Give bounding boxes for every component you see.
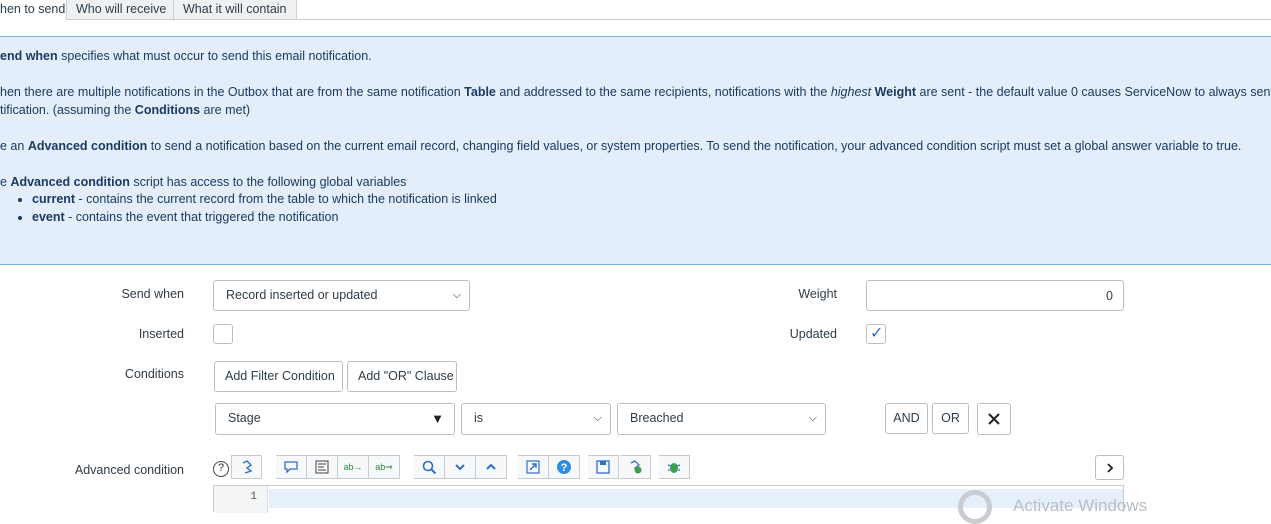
active-code-line[interactable] bbox=[269, 489, 1123, 508]
toggle-syntax-button[interactable] bbox=[231, 455, 262, 479]
weight-label: Weight bbox=[798, 287, 837, 301]
chevron-up-icon bbox=[486, 463, 496, 470]
script-debugger-button[interactable] bbox=[659, 455, 690, 479]
send-when-select[interactable]: Record inserted or updated ⌵ bbox=[213, 280, 470, 311]
info-italic: highest bbox=[830, 85, 872, 99]
variables-list: current - contains the current record fr… bbox=[14, 190, 497, 226]
replace-all-button[interactable]: ab⇒ bbox=[369, 455, 400, 479]
info-bold: Weight bbox=[874, 85, 917, 99]
info-bold: Advanced condition bbox=[27, 139, 148, 153]
condition-value-text: Breached bbox=[630, 411, 684, 425]
find-previous-button[interactable] bbox=[476, 455, 507, 479]
chevron-down-icon: ⌵ bbox=[452, 289, 461, 301]
list-item: current - contains the current record fr… bbox=[32, 190, 497, 208]
info-paragraph-send-when: end when specifies what must occur to se… bbox=[0, 47, 372, 65]
info-text: tification. (assuming the bbox=[0, 103, 135, 117]
search-icon bbox=[422, 460, 436, 474]
info-text: hen there are multiple notifications in … bbox=[0, 85, 465, 99]
info-text: e an bbox=[0, 139, 28, 153]
replace-all-icon: ab⇒ bbox=[375, 461, 393, 472]
tab-label: hen to send bbox=[0, 2, 66, 16]
updated-label: Updated bbox=[789, 327, 837, 341]
line-number-gutter: 1 bbox=[214, 486, 268, 513]
send-when-label: Send when bbox=[121, 287, 184, 301]
updated-checkbox[interactable]: ✓ bbox=[866, 324, 886, 344]
comment-icon bbox=[284, 461, 298, 474]
info-paragraph-advanced: e an Advanced condition to send a notifi… bbox=[0, 137, 1241, 155]
send-when-value: Record inserted or updated bbox=[226, 288, 378, 302]
question-icon: ? bbox=[557, 460, 571, 474]
chevron-down-icon bbox=[455, 464, 465, 471]
tab-label: Who will receive bbox=[76, 2, 167, 16]
help-script-button[interactable]: ? bbox=[549, 455, 580, 479]
condition-operator-select[interactable]: is ⌵ bbox=[461, 403, 611, 435]
weight-input[interactable] bbox=[866, 280, 1124, 311]
condition-field-value: Stage bbox=[228, 411, 261, 425]
info-text: are met) bbox=[200, 103, 251, 117]
variable-term: current bbox=[32, 192, 76, 206]
tab-when-to-send[interactable]: hen to send bbox=[0, 0, 76, 21]
variable-desc: - contains the current record from the t… bbox=[75, 192, 497, 206]
replace-icon: ab→ bbox=[343, 462, 363, 472]
info-text: script has access to the following globa… bbox=[129, 175, 407, 189]
info-text: to send a notification based on the curr… bbox=[147, 139, 1242, 153]
script-debug-icon bbox=[630, 460, 642, 474]
add-filter-condition-button[interactable]: Add Filter Condition bbox=[214, 361, 343, 392]
variable-desc: - contains the event that triggered the … bbox=[64, 210, 339, 224]
list-item: event - contains the event that triggere… bbox=[32, 208, 497, 226]
checkmark-icon: ✓ bbox=[870, 325, 884, 342]
caret-down-icon: ▼ bbox=[431, 411, 444, 426]
info-text: e bbox=[0, 175, 11, 189]
info-paragraph-variables: e Advanced condition script has access t… bbox=[0, 173, 406, 191]
info-bold: end when bbox=[0, 49, 58, 63]
and-button[interactable]: AND bbox=[885, 403, 928, 434]
replace-button[interactable]: ab→ bbox=[338, 455, 369, 479]
advanced-condition-label: Advanced condition bbox=[74, 463, 184, 477]
expand-icon bbox=[526, 460, 540, 474]
expand-editor-button[interactable] bbox=[1095, 455, 1124, 480]
search-button[interactable] bbox=[414, 455, 445, 479]
comment-button[interactable] bbox=[276, 455, 307, 479]
save-button[interactable] bbox=[588, 455, 619, 479]
info-text: specifies what must occur to send this e… bbox=[57, 49, 372, 63]
tab-who-will-receive[interactable]: Who will receive bbox=[66, 0, 177, 20]
save-icon bbox=[596, 460, 610, 474]
chevron-down-icon: ⌵ bbox=[808, 412, 817, 424]
tab-label: What it will contain bbox=[183, 2, 287, 16]
format-icon bbox=[315, 460, 329, 474]
windows-watermark-icon bbox=[958, 490, 992, 524]
add-or-clause-button[interactable]: Add "OR" Clause bbox=[347, 361, 457, 392]
variable-term: event bbox=[32, 210, 65, 224]
chevron-down-icon: ⌵ bbox=[593, 412, 602, 424]
activate-windows-watermark: Activate Windows bbox=[1013, 496, 1148, 515]
info-bold: Advanced condition bbox=[10, 175, 130, 189]
tab-what-it-will-contain[interactable]: What it will contain bbox=[173, 0, 297, 20]
condition-operator-value: is bbox=[474, 411, 484, 425]
find-next-button[interactable] bbox=[445, 455, 476, 479]
bug-icon bbox=[667, 463, 681, 473]
inserted-label: Inserted bbox=[138, 327, 184, 341]
info-panel: end when specifies what must occur to se… bbox=[0, 36, 1271, 265]
condition-value-select[interactable]: Breached ⌵ bbox=[617, 403, 826, 435]
info-paragraph-weight: hen there are multiple notifications in … bbox=[0, 83, 1271, 101]
conditions-label: Conditions bbox=[124, 367, 184, 381]
help-icon[interactable]: ? bbox=[213, 461, 229, 477]
inserted-checkbox[interactable] bbox=[213, 324, 233, 344]
info-text: are sent - the default value 0 causes Se… bbox=[916, 85, 1271, 99]
svg-text:?: ? bbox=[561, 462, 568, 474]
debug-toggle-button[interactable] bbox=[620, 455, 651, 479]
chevron-right-icon bbox=[1106, 462, 1113, 473]
info-paragraph-weight-cont: tification. (assuming the Conditions are… bbox=[0, 101, 250, 119]
info-bold: Conditions bbox=[134, 103, 201, 117]
info-bold: Table bbox=[464, 85, 496, 99]
remove-condition-button[interactable] bbox=[977, 403, 1011, 435]
close-icon bbox=[988, 413, 1000, 425]
or-button[interactable]: OR bbox=[932, 403, 969, 434]
format-code-button[interactable] bbox=[307, 455, 338, 479]
fullscreen-button[interactable] bbox=[518, 455, 549, 479]
tab-bar: hen to send Who will receive What it wil… bbox=[0, 0, 1271, 21]
info-text: and addressed to the same recipients, no… bbox=[495, 85, 831, 99]
syntax-toggle-icon bbox=[242, 460, 252, 474]
condition-field-select[interactable]: Stage ▼ bbox=[215, 403, 455, 435]
